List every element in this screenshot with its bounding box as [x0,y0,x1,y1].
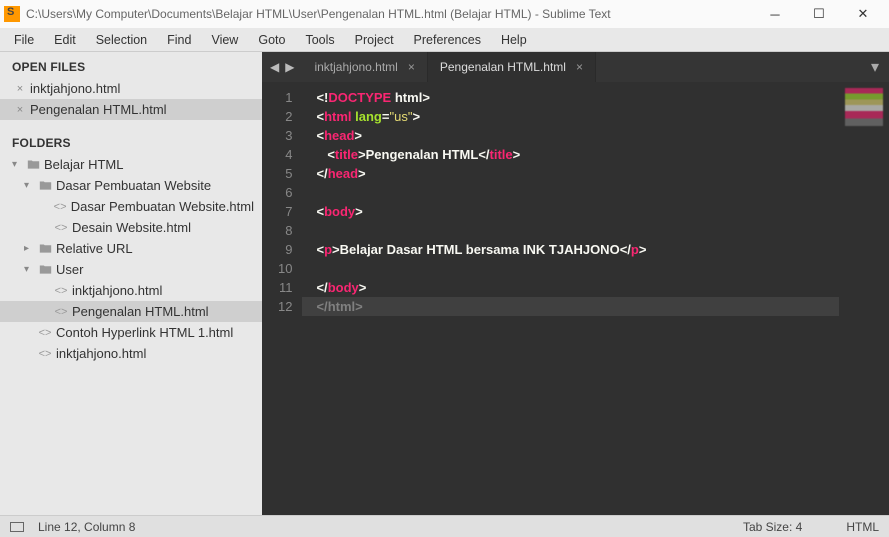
tree-file[interactable]: <> inktjahjono.html [0,343,262,364]
tree-folder[interactable]: ▾ User [0,259,262,280]
chevron-down-icon[interactable]: ▾ [24,264,34,275]
tree-label: Relative URL [56,241,133,256]
tree-file[interactable]: <> Pengenalan HTML.html [0,301,262,322]
menu-view[interactable]: View [201,30,248,50]
menu-tools[interactable]: Tools [295,30,344,50]
menu-find[interactable]: Find [157,30,201,50]
tab-label: inktjahjono.html [314,60,397,74]
tree-file[interactable]: <> Desain Website.html [0,217,262,238]
tab-nav-right-icon[interactable]: ▶ [285,60,294,74]
tab[interactable]: Pengenalan HTML.html × [428,52,596,82]
folders-header: FOLDERS [0,128,262,154]
file-icon: <> [53,201,66,213]
open-file-label: inktjahjono.html [30,81,120,96]
app-icon [4,6,20,22]
tree-label: User [56,262,83,277]
open-file[interactable]: × Pengenalan HTML.html [0,99,262,120]
open-file[interactable]: × inktjahjono.html [0,78,262,99]
chevron-right-icon[interactable]: ▸ [24,243,34,254]
menu-project[interactable]: Project [345,30,404,50]
close-icon[interactable]: × [14,83,26,95]
status-language[interactable]: HTML [846,520,879,534]
menu-edit[interactable]: Edit [44,30,86,50]
tree-label: inktjahjono.html [56,346,146,361]
folder-icon [38,263,52,276]
status-tabsize[interactable]: Tab Size: 4 [743,520,802,534]
status-bar: Line 12, Column 8 Tab Size: 4 HTML [0,515,889,537]
open-file-label: Pengenalan HTML.html [30,102,167,117]
file-icon: <> [38,327,52,339]
folder-icon [38,242,52,255]
tree-label: Pengenalan HTML.html [72,304,209,319]
chevron-down-icon[interactable]: ▾ [12,159,22,170]
tree-label: Contoh Hyperlink HTML 1.html [56,325,233,340]
minimap[interactable] [839,82,889,515]
folder-icon [26,158,40,171]
close-icon[interactable]: × [14,104,26,116]
tree-label: Belajar HTML [44,157,123,172]
menu-preferences[interactable]: Preferences [404,30,491,50]
panel-switcher-icon[interactable] [10,522,24,532]
minimize-button[interactable]: ─ [753,0,797,28]
menu-help[interactable]: Help [491,30,537,50]
file-icon: <> [54,222,68,234]
file-icon: <> [54,285,68,297]
tree-file[interactable]: <> inktjahjono.html [0,280,262,301]
tree-folder[interactable]: ▾ Dasar Pembuatan Website [0,175,262,196]
menu-goto[interactable]: Goto [248,30,295,50]
tree-folder[interactable]: ▾ Belajar HTML [0,154,262,175]
title-bar: C:\Users\My Computer\Documents\Belajar H… [0,0,889,28]
chevron-down-icon[interactable]: ▾ [24,180,34,191]
file-icon: <> [38,348,52,360]
tab-bar: ◀ ▶ inktjahjono.html×Pengenalan HTML.htm… [262,52,889,82]
tree-label: Dasar Pembuatan Website [56,178,211,193]
close-icon[interactable]: × [408,60,415,74]
tree-label: inktjahjono.html [72,283,162,298]
menu-selection[interactable]: Selection [86,30,157,50]
menu-bar: FileEditSelectionFindViewGotoToolsProjec… [0,28,889,52]
tree-folder[interactable]: ▸ Relative URL [0,238,262,259]
window-title: C:\Users\My Computer\Documents\Belajar H… [26,7,753,21]
tab-nav-left-icon[interactable]: ◀ [270,60,279,74]
close-icon[interactable]: × [576,60,583,74]
close-button[interactable]: ✕ [841,0,885,28]
editor-area: ◀ ▶ inktjahjono.html×Pengenalan HTML.htm… [262,52,889,515]
tab[interactable]: inktjahjono.html × [302,52,427,82]
folder-icon [38,179,52,192]
maximize-button[interactable]: ☐ [797,0,841,28]
tree-label: Desain Website.html [72,220,191,235]
menu-file[interactable]: File [4,30,44,50]
tree-label: Dasar Pembuatan Website.html [71,199,254,214]
sidebar: OPEN FILES × inktjahjono.html × Pengenalan … [0,52,262,515]
tree-file[interactable]: <> Contoh Hyperlink HTML 1.html [0,322,262,343]
code-editor[interactable]: <!DOCTYPE html><html lang="us"><head> <t… [302,82,839,515]
tree-file[interactable]: <> Dasar Pembuatan Website.html [0,196,262,217]
file-icon: <> [54,306,68,318]
status-cursor[interactable]: Line 12, Column 8 [38,520,135,534]
open-files-header: OPEN FILES [0,52,262,78]
tab-overflow-icon[interactable]: ▾ [861,52,889,82]
gutter: 123456789101112 [262,82,302,515]
tab-label: Pengenalan HTML.html [440,60,566,74]
